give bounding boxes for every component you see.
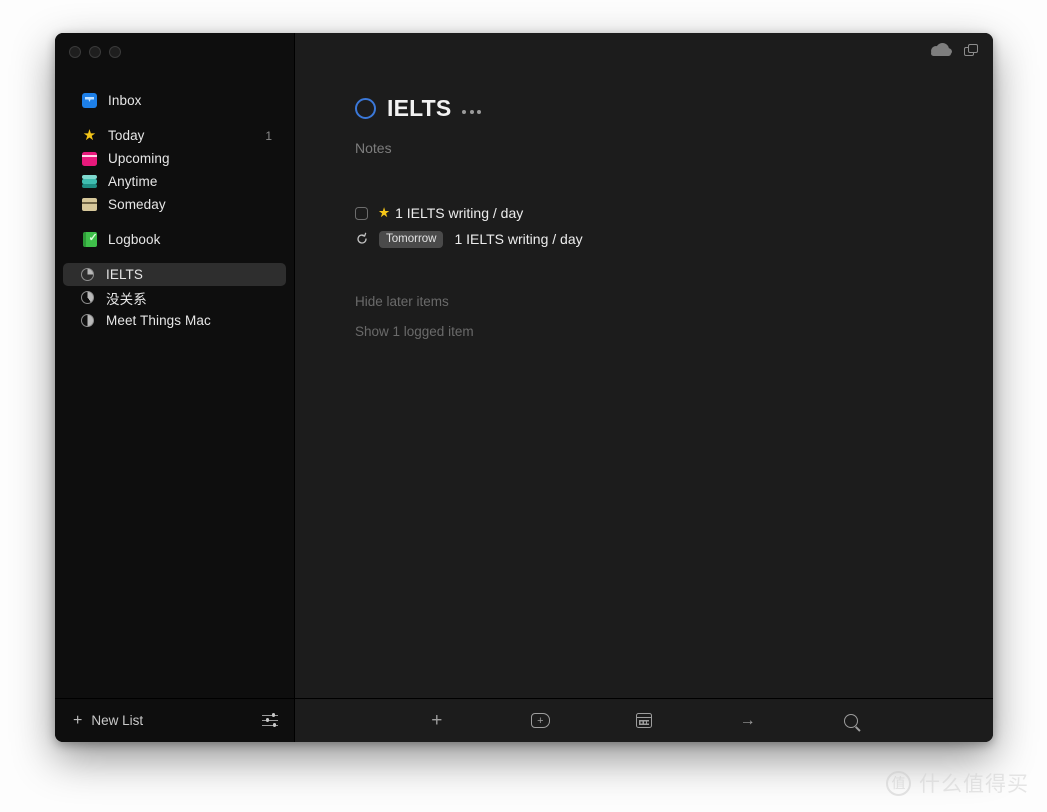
arrow-right-icon: → bbox=[739, 711, 756, 729]
window-stack-icon[interactable] bbox=[964, 43, 979, 57]
inbox-icon bbox=[81, 92, 98, 109]
sidebar-item-ielts[interactable]: IELTS bbox=[63, 263, 286, 286]
pie-progress-icon bbox=[79, 289, 96, 306]
sidebar-item-someday[interactable]: Someday bbox=[63, 193, 286, 216]
main-panel: IELTS Notes ★ 1 IELTS writing / day Tomo… bbox=[295, 33, 993, 742]
window-controls bbox=[55, 33, 294, 67]
new-list-label: New List bbox=[91, 713, 144, 728]
calendar-icon bbox=[81, 150, 98, 167]
close-button[interactable] bbox=[69, 46, 81, 58]
search-icon bbox=[844, 713, 859, 728]
plus-icon: + bbox=[431, 710, 443, 731]
sidebar-item-logbook[interactable]: Logbook bbox=[63, 228, 286, 251]
page-title[interactable]: IELTS bbox=[387, 95, 451, 122]
sidebar-item-anytime[interactable]: Anytime bbox=[63, 170, 286, 193]
sidebar-item-label: Today bbox=[108, 128, 145, 143]
logbook-icon bbox=[81, 231, 98, 248]
bottom-toolbar: + + → bbox=[295, 698, 993, 742]
list-controls: Hide later items Show 1 logged item bbox=[355, 286, 993, 346]
watermark: 值 什么值得买 bbox=[886, 768, 1029, 798]
task-title: 1 IELTS writing / day bbox=[454, 231, 583, 247]
plus-icon: + bbox=[73, 711, 83, 729]
new-project-icon: + bbox=[530, 713, 550, 728]
pie-progress-icon[interactable] bbox=[355, 98, 376, 119]
project-content: IELTS Notes ★ 1 IELTS writing / day Tomo… bbox=[295, 67, 993, 698]
star-icon: ★ bbox=[378, 205, 391, 221]
sidebar-item-today[interactable]: ★ Today 1 bbox=[63, 124, 286, 147]
sidebar-item-label: Someday bbox=[108, 197, 166, 212]
project-header: IELTS bbox=[355, 95, 993, 122]
sidebar-nav: Inbox ★ Today 1 Upcoming Anytime Someday… bbox=[55, 67, 294, 332]
show-logged-item-link[interactable]: Show 1 logged item bbox=[355, 316, 993, 346]
checkbox[interactable] bbox=[355, 206, 368, 220]
search-button[interactable] bbox=[838, 710, 864, 732]
sidebar-item-upcoming[interactable]: Upcoming bbox=[63, 147, 286, 170]
repeat-icon bbox=[355, 232, 369, 246]
sidebar-item-label: IELTS bbox=[106, 267, 144, 282]
pie-progress-icon bbox=[79, 266, 96, 283]
watermark-logo: 值 bbox=[886, 770, 911, 796]
calendar-icon bbox=[635, 713, 652, 728]
cloud-icon[interactable] bbox=[931, 43, 952, 56]
sidebar-footer: + New List bbox=[55, 698, 294, 742]
sidebar-item-label: Inbox bbox=[108, 93, 142, 108]
watermark-text: 什么值得买 bbox=[919, 772, 1029, 796]
sidebar-item-count: 1 bbox=[265, 128, 272, 143]
notes-field[interactable]: Notes bbox=[355, 140, 993, 156]
sidebar-item-label: Logbook bbox=[108, 232, 161, 247]
pie-progress-icon bbox=[79, 312, 96, 329]
move-button[interactable]: → bbox=[735, 710, 761, 732]
sidebar-item-label: Anytime bbox=[108, 174, 158, 189]
sidebar-item-meiguanxi[interactable]: 没关系 bbox=[63, 286, 286, 309]
layers-icon bbox=[81, 173, 98, 190]
sliders-icon[interactable] bbox=[262, 713, 278, 728]
new-project-button[interactable]: + bbox=[527, 710, 553, 732]
sidebar-item-label: 没关系 bbox=[106, 291, 147, 307]
sidebar: Inbox ★ Today 1 Upcoming Anytime Someday… bbox=[55, 33, 295, 742]
box-icon bbox=[81, 196, 98, 213]
sidebar-item-meet-things-mac[interactable]: Meet Things Mac bbox=[63, 309, 286, 332]
sidebar-item-label: Upcoming bbox=[108, 151, 170, 166]
minimize-button[interactable] bbox=[89, 46, 101, 58]
task-title: 1 IELTS writing / day bbox=[395, 205, 524, 221]
new-list-button[interactable]: + New List bbox=[73, 711, 144, 729]
task-row[interactable]: Tomorrow 1 IELTS writing / day bbox=[355, 226, 993, 252]
when-button[interactable] bbox=[631, 710, 657, 732]
ellipsis-icon[interactable] bbox=[462, 104, 482, 114]
things-app-window: Inbox ★ Today 1 Upcoming Anytime Someday… bbox=[55, 33, 993, 742]
task-row[interactable]: ★ 1 IELTS writing / day bbox=[355, 200, 993, 226]
task-list: ★ 1 IELTS writing / day Tomorrow 1 IELTS… bbox=[355, 200, 993, 252]
due-badge: Tomorrow bbox=[379, 230, 444, 248]
zoom-button[interactable] bbox=[109, 46, 121, 58]
main-titlebar bbox=[295, 33, 993, 67]
hide-later-items-link[interactable]: Hide later items bbox=[355, 286, 993, 316]
star-icon: ★ bbox=[82, 127, 97, 144]
sidebar-item-inbox[interactable]: Inbox bbox=[63, 89, 286, 112]
screen: Inbox ★ Today 1 Upcoming Anytime Someday… bbox=[0, 0, 1047, 812]
new-to-do-button[interactable]: + bbox=[424, 710, 450, 732]
sidebar-item-label: Meet Things Mac bbox=[106, 313, 211, 328]
